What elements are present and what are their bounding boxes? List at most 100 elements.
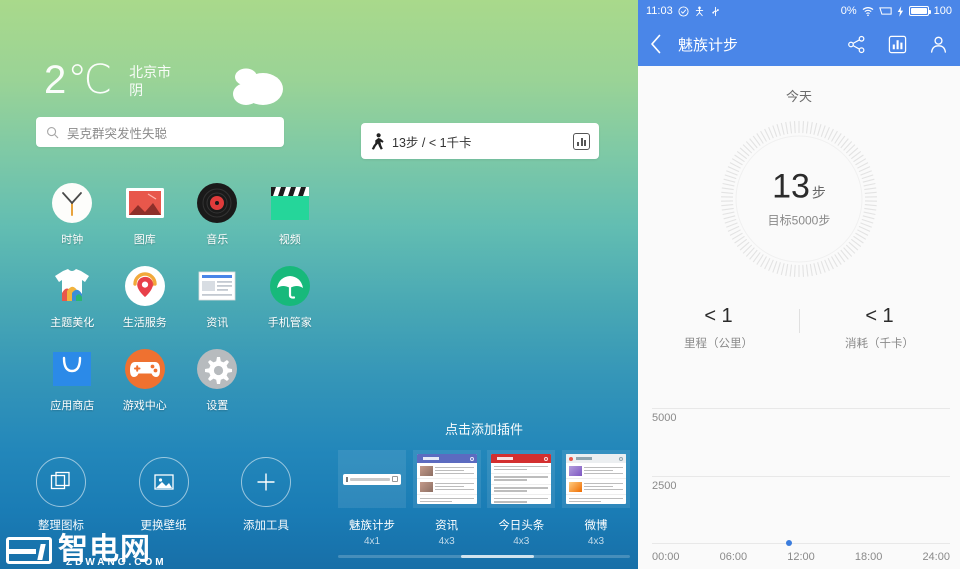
bar-chart-icon[interactable] (888, 35, 907, 54)
app-bar: 魅族计步 (638, 22, 960, 66)
app-label: 音乐 (206, 234, 229, 246)
video-clapper-icon (270, 187, 309, 220)
app-icon-gallery[interactable]: 图库 (109, 182, 182, 247)
stat-label: 里程（公里） (684, 338, 753, 350)
widget-picker-panel: 点击添加插件 魅族计步 4x1 资讯 4x3 今日头条 4x3 微博 4x3 (330, 409, 638, 569)
image-picture-icon (138, 457, 189, 507)
stats-divider (799, 309, 800, 333)
widget-picker-list: 魅族计步 4x1 资讯 4x3 今日头条 4x3 微博 4x3 (330, 438, 638, 547)
tool-label: 更换壁纸 (140, 520, 187, 532)
app-label: 生活服务 (122, 317, 167, 329)
step-widget-text: 13步 / < 1千卡 (392, 135, 472, 150)
stat-value: < 1 (865, 305, 894, 327)
charging-bolt-icon (897, 5, 903, 17)
chart-x-axis-labels: 00:00 06:00 12:00 18:00 24:00 (652, 551, 950, 563)
widget-size: 4x3 (587, 536, 605, 547)
location-pin-icon (124, 266, 165, 306)
app-label: 视频 (278, 234, 301, 246)
toutiao-widget-preview (487, 450, 556, 508)
app-title: 魅族计步 (678, 36, 739, 54)
chart-data-point (785, 539, 792, 546)
screenshot-root: 2℃ 北京市 阴 吴克群突发性失聪 13步 / < 1千卡 时钟 图库 音乐 视… (0, 0, 960, 569)
weather-location-block: 北京市 阴 (129, 60, 171, 99)
weibo-widget-preview (561, 450, 630, 508)
app-icon-news[interactable]: 资讯 (181, 265, 254, 330)
pedometer-app: 11:03 0% 100 魅族计步 今天 13 步 目标5000步 < 1 里程… (638, 0, 960, 569)
widget-size: 4x1 (363, 536, 381, 547)
tool-organize-icons[interactable]: 整理图标 (36, 457, 86, 533)
status-bar: 11:03 0% 100 (638, 0, 960, 22)
overcast-cloud-icon (233, 68, 283, 105)
app-icon-settings[interactable]: 设置 (181, 348, 254, 413)
app-icon-music[interactable]: 音乐 (181, 182, 254, 247)
widget-name: 魅族计步 (349, 520, 395, 532)
app-icon-clock[interactable]: 时钟 (36, 182, 109, 247)
app-label: 主题美化 (50, 317, 95, 329)
widget-option-news[interactable]: 资讯 4x3 (412, 450, 481, 547)
widget-option-toutiao[interactable]: 今日头条 4x3 (487, 450, 556, 547)
weather-temperature: 2℃ (44, 58, 114, 102)
step-counter-widget[interactable]: 13步 / < 1千卡 (361, 123, 599, 159)
watermark: 智电网 ZDWANG.COM (6, 535, 164, 568)
gallery-icon (125, 188, 164, 218)
stat-value: < 1 (704, 305, 733, 327)
widget-name: 今日头条 (498, 520, 545, 532)
widget-picker-scrollbar[interactable] (338, 555, 630, 558)
dial-goal-text: 目标5000步 (767, 213, 831, 228)
search-input[interactable]: 吴克群突发性失聪 (36, 117, 284, 147)
tool-label: 添加工具 (243, 520, 289, 532)
walking-person-icon (371, 132, 384, 150)
widget-size: 4x3 (438, 536, 455, 547)
widget-size: 4x3 (513, 536, 530, 547)
step-value: 13 (772, 167, 810, 206)
chart-x-tick: 12:00 (787, 551, 815, 563)
stack-layers-icon (36, 457, 86, 507)
signal-icon (878, 7, 892, 15)
today-label: 今天 (785, 89, 812, 104)
weather-city: 北京市 (129, 64, 172, 80)
app-label: 手机管家 (267, 317, 312, 329)
theme-shirt-icon (55, 269, 90, 301)
widget-option-weibo[interactable]: 微博 4x3 (561, 450, 630, 547)
android-debug-icon (695, 6, 703, 16)
battery-level: 100 (933, 5, 952, 17)
app-label: 设置 (206, 400, 229, 412)
chart-x-tick: 18:00 (854, 551, 883, 563)
bar-chart-icon[interactable] (573, 132, 590, 150)
widget-name: 微博 (584, 520, 608, 532)
launcher-home-screen: 2℃ 北京市 阴 吴克群突发性失聪 13步 / < 1千卡 时钟 图库 音乐 视… (0, 0, 638, 569)
step-dial: 13 步 目标5000步 (719, 119, 879, 279)
person-icon[interactable] (929, 35, 948, 54)
tool-label: 整理图标 (38, 520, 84, 532)
stat-label: 消耗（千卡） (845, 338, 914, 350)
share-icon[interactable] (847, 35, 866, 54)
shopping-bag-icon (53, 352, 92, 386)
music-vinyl-icon (197, 183, 238, 223)
stat-calories: < 1 消耗（千卡） (799, 305, 960, 351)
battery-icon (908, 6, 931, 16)
step-widget-preview (338, 450, 406, 508)
widget-picker-title: 点击添加插件 (444, 422, 523, 437)
news-article-icon (198, 271, 236, 301)
zd-logo-icon (6, 536, 52, 564)
widget-option-pedometer[interactable]: 魅族计步 4x1 (338, 450, 406, 547)
tool-change-wallpaper[interactable]: 更换壁纸 (138, 457, 189, 533)
watermark-subtitle: ZDWANG.COM (66, 557, 167, 568)
weather-widget[interactable]: 2℃ 北京市 阴 (44, 60, 171, 100)
back-chevron-icon[interactable] (650, 34, 662, 54)
app-icon-phone-manager[interactable]: 手机管家 (254, 265, 327, 330)
stats-row: < 1 里程（公里） < 1 消耗（千卡） (638, 305, 960, 351)
app-icon-app-store[interactable]: 应用商店 (36, 348, 109, 413)
plus-icon (241, 457, 291, 507)
app-icon-life-services[interactable]: 生活服务 (109, 265, 182, 330)
dial-center-readout: 13 步 目标5000步 (719, 170, 879, 229)
step-history-chart[interactable]: 2500 5000 00:00 06:00 12:00 18:00 24:00 (638, 373, 960, 569)
wifi-icon (862, 6, 874, 16)
app-icon-game-center[interactable]: 游戏中心 (109, 348, 182, 413)
app-icon-theme[interactable]: 主题美化 (36, 265, 109, 330)
app-icon-video[interactable]: 视频 (254, 182, 327, 247)
app-label: 图库 (133, 234, 156, 246)
chart-x-tick: 24:00 (922, 551, 950, 563)
tool-add-widget[interactable]: 添加工具 (241, 457, 291, 533)
chart-x-tick: 00:00 (652, 551, 680, 563)
